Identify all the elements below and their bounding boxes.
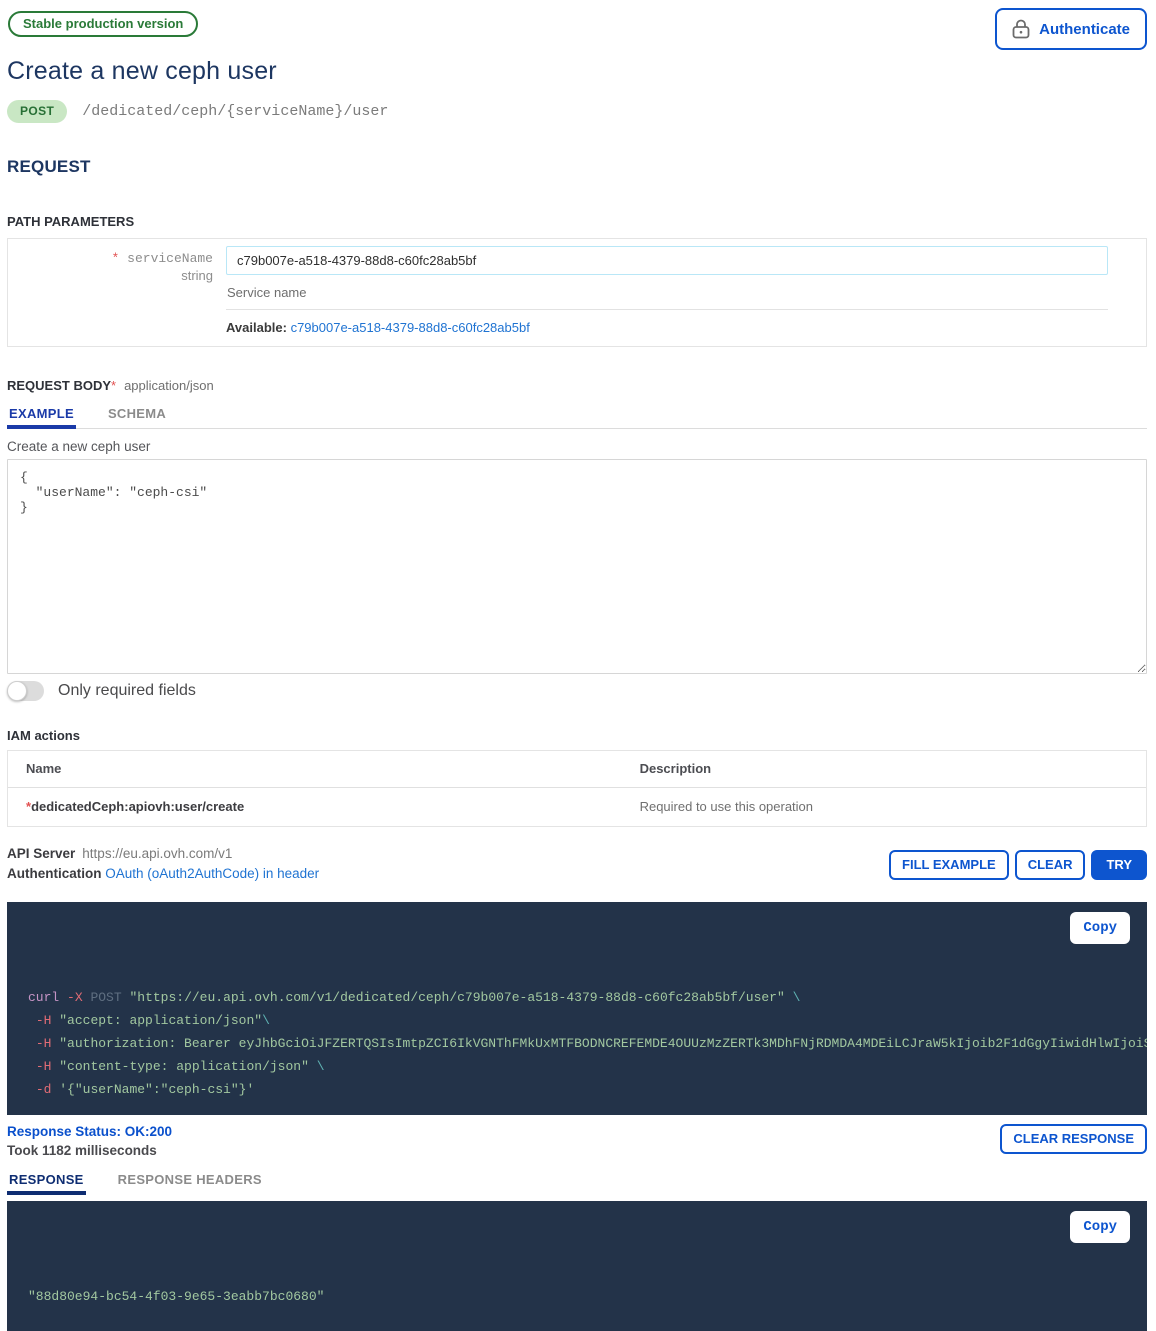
clear-button[interactable]: CLEAR <box>1015 850 1086 880</box>
iam-column-description: Description <box>640 761 1146 776</box>
iam-table-row: *dedicatedCeph:apiovh:user/create Requir… <box>8 788 1146 826</box>
response-status-block: Response Status: OK:200 Took 1182 millis… <box>7 1124 172 1158</box>
request-body-heading: REQUEST BODY* application/json <box>7 378 1147 393</box>
iam-actions-heading: IAM actions <box>7 728 1147 743</box>
tab-example[interactable]: EXAMPLE <box>7 406 76 429</box>
tab-response[interactable]: RESPONSE <box>7 1172 86 1195</box>
only-required-row: Only required fields <box>7 681 1147 701</box>
parameter-name-text: serviceName <box>127 251 213 266</box>
parameter-value-cell: Service name Available: c79b007e-a518-43… <box>213 246 1146 335</box>
tab-response-headers[interactable]: RESPONSE HEADERS <box>116 1172 264 1195</box>
iam-action-name: *dedicatedCeph:apiovh:user/create <box>8 799 640 814</box>
code-line: -H "authorization: Bearer eyJhbGciOiJFZE… <box>28 1032 1147 1055</box>
authentication-label: Authentication <box>7 866 102 881</box>
authentication-line: Authentication OAuth (oAuth2AuthCode) in… <box>7 866 319 881</box>
available-label: Available: <box>226 320 287 335</box>
request-body-editor[interactable]: { "userName": "ceph-csi" } <box>7 459 1147 674</box>
page-title: Create a new ceph user <box>7 57 1147 86</box>
response-code-block: Copy "88d80e94-bc54-4f03-9e65-3eabb7bc06… <box>7 1201 1147 1331</box>
code-line: -H "content-type: application/json" \ <box>28 1055 1147 1078</box>
available-value-link[interactable]: c79b007e-a518-4379-88d8-c60fc28ab5bf <box>291 320 530 335</box>
content-type-label: application/json <box>124 378 214 393</box>
only-required-label: Only required fields <box>58 682 196 700</box>
code-line: curl -X POST "https://eu.api.ovh.com/v1/… <box>28 986 1147 1009</box>
iam-column-name: Name <box>8 761 640 776</box>
response-duration: Took 1182 milliseconds <box>7 1143 172 1158</box>
tab-schema[interactable]: SCHEMA <box>106 406 168 429</box>
header-row: Stable production version Authenticate <box>7 8 1147 50</box>
iam-action-name-text: dedicatedCeph:apiovh:user/create <box>31 799 244 814</box>
endpoint-row: POST /dedicated/ceph/{serviceName}/user <box>7 100 1147 123</box>
fill-example-button[interactable]: FILL EXAMPLE <box>889 850 1009 880</box>
request-body-tabs: EXAMPLE SCHEMA <box>7 406 1147 429</box>
authenticate-button[interactable]: Authenticate <box>995 8 1147 50</box>
try-button[interactable]: TRY <box>1091 850 1147 880</box>
toggle-knob <box>7 681 27 701</box>
example-description: Create a new ceph user <box>7 439 1147 454</box>
api-server-label: API Server <box>7 846 75 861</box>
response-body-text: "88d80e94-bc54-4f03-9e65-3eabb7bc0680" <box>28 1285 1147 1308</box>
authentication-link[interactable]: OAuth (oAuth2AuthCode) in header <box>105 866 319 881</box>
curl-code-block: Copy curl -X POST "https://eu.api.ovh.co… <box>7 902 1147 1115</box>
path-parameters-table: * serviceName string Service name Availa… <box>7 238 1147 347</box>
parameter-description: Service name <box>226 275 1108 310</box>
lock-icon <box>1012 19 1030 39</box>
required-asterisk: * <box>112 251 120 266</box>
parameter-type: string <box>8 268 213 283</box>
response-copy-button[interactable]: Copy <box>1070 1211 1130 1243</box>
api-server-value: https://eu.api.ovh.com/v1 <box>82 846 232 861</box>
request-body-label: REQUEST BODY <box>7 378 111 393</box>
authenticate-label: Authenticate <box>1039 21 1130 38</box>
response-meta-row: Response Status: OK:200 Took 1182 millis… <box>7 1124 1147 1158</box>
curl-copy-button[interactable]: Copy <box>1070 912 1130 944</box>
required-asterisk: * <box>111 378 116 393</box>
version-badge: Stable production version <box>8 11 198 37</box>
path-parameters-heading: PATH PARAMETERS <box>7 214 1147 229</box>
request-heading: REQUEST <box>7 157 1147 177</box>
parameter-label-cell: * serviceName string <box>8 246 213 335</box>
action-buttons: FILL EXAMPLE CLEAR TRY <box>889 846 1147 880</box>
clear-response-button[interactable]: CLEAR RESPONSE <box>1000 1124 1147 1154</box>
iam-actions-table: Name Description *dedicatedCeph:apiovh:u… <box>7 750 1147 827</box>
iam-table-header: Name Description <box>8 751 1146 788</box>
code-line: -d '{"userName":"ceph-csi"}' <box>28 1078 1147 1101</box>
api-console-page: Stable production version Authenticate C… <box>0 0 1156 1331</box>
api-server-info: API Server https://eu.api.ovh.com/v1 Auth… <box>7 846 319 881</box>
code-line: -H "accept: application/json"\ <box>28 1009 1147 1032</box>
service-name-input[interactable] <box>226 246 1108 275</box>
parameter-available-row: Available: c79b007e-a518-4379-88d8-c60fc… <box>226 310 1108 335</box>
iam-action-description: Required to use this operation <box>640 799 1146 814</box>
api-server-row: API Server https://eu.api.ovh.com/v1 Auth… <box>7 846 1147 881</box>
method-badge: POST <box>7 100 67 123</box>
only-required-toggle[interactable] <box>7 681 44 701</box>
api-server-line: API Server https://eu.api.ovh.com/v1 <box>7 846 319 861</box>
response-status: Response Status: OK:200 <box>7 1124 172 1139</box>
response-tabs: RESPONSE RESPONSE HEADERS <box>7 1172 1147 1194</box>
parameter-name: * serviceName <box>8 251 213 266</box>
endpoint-path: /dedicated/ceph/{serviceName}/user <box>82 103 388 120</box>
